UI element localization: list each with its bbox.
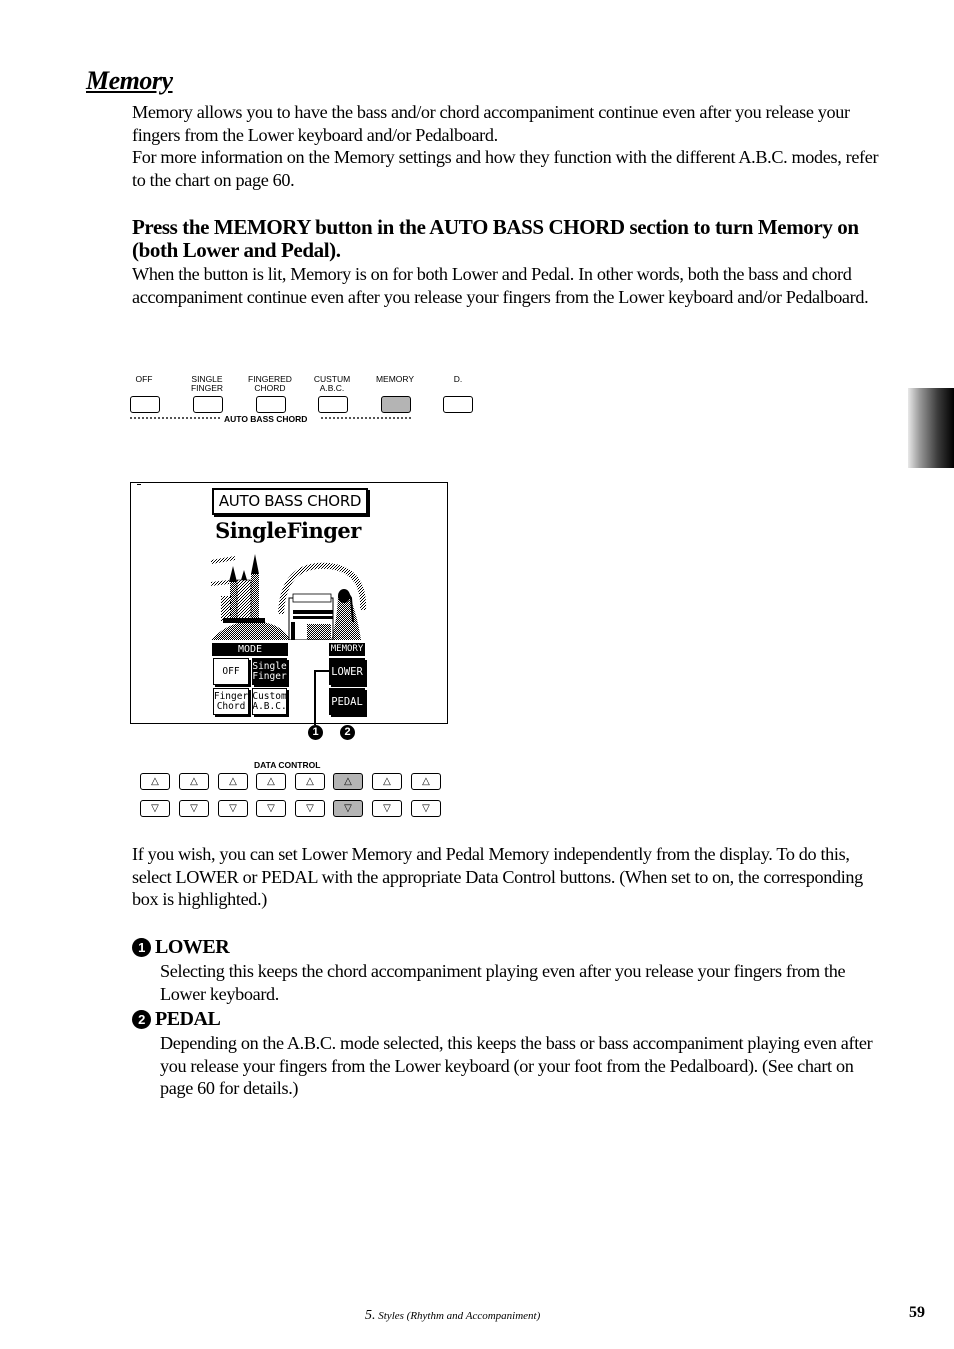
triangle-up-icon: △ — [344, 776, 352, 787]
instruction-heading: Press the MEMORY button in the AUTO BASS… — [132, 215, 859, 262]
abc-memory-button[interactable] — [381, 396, 411, 413]
instruction-body: When the button is lit, Memory is on for… — [132, 264, 869, 307]
organ-icon — [288, 593, 334, 640]
triangle-down-icon: ▽ — [190, 803, 198, 814]
triangle-down-icon: ▽ — [344, 803, 352, 814]
abc-label-d: D. — [453, 374, 463, 384]
callout-2: 2 — [340, 725, 355, 740]
triangle-up-icon: △ — [383, 776, 391, 787]
data-control-down-button-8[interactable]: ▽ — [411, 800, 441, 817]
triangle-down-icon: ▽ — [267, 803, 275, 814]
footer-chapter-title: Styles (Rhythm and Accompaniment) — [378, 1310, 541, 1322]
triangle-down-icon: ▽ — [151, 803, 159, 814]
data-control-up-button-2[interactable]: △ — [179, 773, 209, 790]
triangle-down-icon: ▽ — [306, 803, 314, 814]
lower-item-text: Selecting this keeps the chord accompani… — [160, 961, 846, 1004]
lcd-memory-header: MEMORY — [329, 643, 365, 656]
intro-paragraph-1: Memory allows you to have the bass and/o… — [132, 102, 850, 145]
triangle-up-icon: △ — [267, 776, 275, 787]
triangle-up-icon: △ — [229, 776, 237, 787]
lcd-memory-pedal[interactable]: PEDAL — [329, 688, 365, 715]
data-control-down-button-2[interactable]: ▽ — [179, 800, 209, 817]
chapter-tab — [908, 388, 954, 468]
data-control-up-button-1[interactable]: △ — [140, 773, 170, 790]
data-control-up-button-6[interactable]: △ — [333, 773, 363, 790]
lcd-mode-custom-abc[interactable]: Custom A.B.C. — [252, 688, 287, 715]
page-title: Memory — [86, 66, 173, 95]
intro-text: Memory allows you to have the bass and/o… — [132, 101, 892, 191]
abc-d-button[interactable] — [443, 396, 473, 413]
data-control-up-button-5[interactable]: △ — [295, 773, 325, 790]
abc-fingered-chord-button[interactable] — [256, 396, 286, 413]
abc-divider-right — [321, 417, 411, 419]
abc-custum-abc-button[interactable] — [318, 396, 348, 413]
data-control-down-button-1[interactable]: ▽ — [140, 800, 170, 817]
pedal-item-text: Depending on the A.B.C. mode selected, t… — [160, 1033, 873, 1098]
pedal-item-heading: 2 PEDAL — [132, 1008, 221, 1031]
data-control-down-button-4[interactable]: ▽ — [256, 800, 286, 817]
triangle-up-icon: △ — [306, 776, 314, 787]
data-control-down-button-7[interactable]: ▽ — [372, 800, 402, 817]
triangle-up-icon: △ — [151, 776, 159, 787]
triangle-down-icon: ▽ — [229, 803, 237, 814]
lower-item-heading: 1 LOWER — [132, 936, 230, 959]
data-control-up-button-8[interactable]: △ — [411, 773, 441, 790]
data-control-up-button-7[interactable]: △ — [372, 773, 402, 790]
independent-setting-text: If you wish, you can set Lower Memory an… — [132, 844, 863, 909]
abc-label-off: OFF — [135, 374, 153, 384]
data-control-up-button-3[interactable]: △ — [218, 773, 248, 790]
abc-label-fingered-chord: FINGERED CHORD — [248, 374, 292, 393]
triangle-down-icon: ▽ — [383, 803, 391, 814]
data-control-down-button-3[interactable]: ▽ — [218, 800, 248, 817]
triangle-down-icon: ▽ — [422, 803, 430, 814]
abc-off-button[interactable] — [130, 396, 160, 413]
lcd-marker — [137, 484, 141, 485]
abc-label-memory: MEMORY — [375, 374, 415, 384]
abc-single-finger-button[interactable] — [193, 396, 223, 413]
castle-icon — [221, 554, 265, 623]
data-control-down-button-5[interactable]: ▽ — [295, 800, 325, 817]
callout-leader-line — [314, 670, 330, 725]
lcd-subtitle: SingleFinger — [215, 518, 361, 543]
lcd-mode-header: MODE — [212, 643, 288, 656]
lcd-mode-finger-chord[interactable]: Finger Chord — [213, 688, 249, 715]
abc-divider-left — [130, 417, 220, 419]
hill-icon — [211, 621, 291, 640]
lower-item-title: LOWER — [155, 936, 230, 958]
intro-paragraph-2: For more information on the Memory setti… — [132, 147, 879, 190]
abc-label-custum-abc: CUSTUM A.B.C. — [313, 374, 351, 393]
callout-1: 1 — [308, 725, 323, 740]
lcd-memory-lower[interactable]: LOWER — [329, 658, 365, 685]
data-control-up-button-4[interactable]: △ — [256, 773, 286, 790]
triangle-up-icon: △ — [422, 776, 430, 787]
abc-section-label: AUTO BASS CHORD — [224, 414, 308, 424]
player-icon — [331, 589, 361, 640]
abc-label-single-finger: SINGLE FINGER — [190, 374, 224, 393]
number-1-icon: 1 — [132, 938, 151, 957]
castle-organ-illustration — [211, 554, 367, 640]
footer-chapter: 5. Styles (Rhythm and Accompaniment) — [365, 1308, 540, 1324]
lcd-mode-single-finger[interactable]: Single Finger — [252, 658, 287, 685]
lcd-title: AUTO BASS CHORD — [212, 488, 368, 515]
lcd-mode-off[interactable]: OFF — [213, 658, 249, 685]
triangle-up-icon: △ — [190, 776, 198, 787]
page-number: 59 — [909, 1304, 925, 1321]
pedal-item-title: PEDAL — [155, 1008, 221, 1030]
number-2-icon: 2 — [132, 1010, 151, 1029]
footer-chapter-number: 5. — [365, 1308, 376, 1323]
data-control-label: DATA CONTROL — [254, 760, 321, 770]
data-control-down-button-6[interactable]: ▽ — [333, 800, 363, 817]
